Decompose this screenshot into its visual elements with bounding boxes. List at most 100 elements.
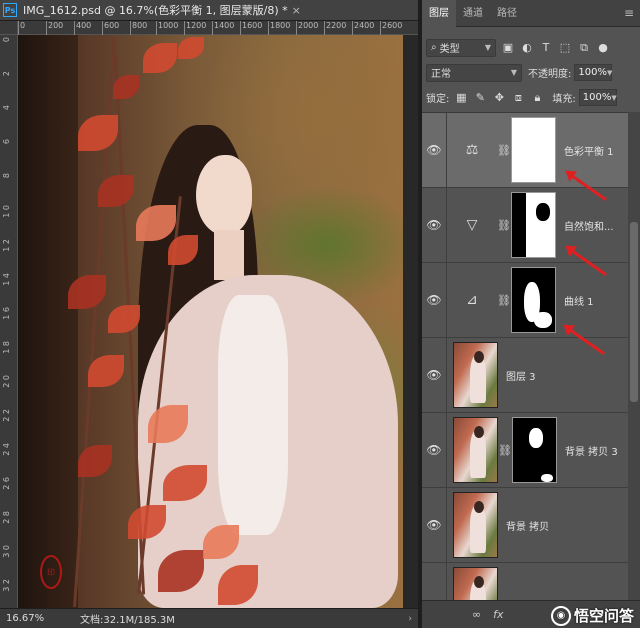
photo-leaf [78, 115, 118, 151]
layer-mask-thumbnail[interactable] [512, 417, 557, 483]
photoshop-icon: Ps [3, 3, 17, 17]
lock-image-icon[interactable]: ✎ [473, 91, 487, 105]
ruler-tick: 2 2 [2, 409, 11, 422]
ruler-tick: 2 8 [2, 511, 11, 524]
layer-thumbnail[interactable] [453, 342, 498, 408]
link-icon[interactable]: ⛓︎ [497, 219, 511, 232]
photo-canvas[interactable]: 印 [18, 35, 403, 608]
lock-label: 锁定: [426, 94, 450, 105]
ruler-tick: 3 0 [2, 545, 11, 558]
type-filter-icon[interactable]: T [539, 41, 553, 55]
ruler-tick: 200 [45, 21, 64, 35]
layer-name: 背景 拷贝 3 [565, 446, 618, 458]
eye-icon[interactable]: 👁︎ [422, 218, 446, 232]
eye-icon[interactable]: 👁︎ [422, 293, 446, 307]
layer-row[interactable]: 👁︎ 背景 拷贝 [422, 487, 628, 563]
ruler-tick: 2600 [379, 21, 403, 35]
scrollbar-thumb[interactable] [630, 222, 638, 402]
ruler-tick: 600 [101, 21, 120, 35]
document-tab[interactable]: Ps IMG_1612.psd @ 16.7%(色彩平衡 1, 图层蒙版/8) … [0, 0, 418, 21]
layer-row[interactable]: 👁︎ ▽ ⛓︎ 自然饱和... [422, 187, 628, 263]
layers-panel: 图层 通道 路径 ≡ ⌕ 类型 ▼ ▣ ◐ T ⬚ ⧉ ● 正常 ▼ 不透明度:… [422, 0, 640, 628]
wukong-logo-icon: ◉ [550, 605, 571, 626]
status-menu-arrow-icon[interactable]: › [408, 614, 412, 624]
lock-position-icon[interactable]: ✥ [492, 91, 506, 105]
layer-mask-thumbnail[interactable] [511, 117, 556, 183]
lock-row: 锁定: ▦ ✎ ✥ ⧈ 🔒︎ 填充: 100% ▼ [422, 85, 640, 110]
link-layers-icon[interactable]: ∞ [472, 608, 481, 621]
layer-thumbnail[interactable] [453, 417, 498, 483]
tab-channels[interactable]: 通道 [456, 0, 490, 27]
eye-icon[interactable]: 👁︎ [422, 368, 446, 382]
layer-mask-thumbnail[interactable] [511, 192, 556, 258]
ruler-tick: 0 [17, 21, 26, 35]
layer-thumbnail[interactable] [453, 492, 498, 558]
layer-row[interactable]: 👁︎ ⛓︎ 背景 拷贝 3 [422, 412, 628, 488]
pixel-filter-icon[interactable]: ▣ [501, 41, 515, 55]
panel-menu-icon[interactable]: ≡ [624, 0, 634, 26]
ruler-tick: 1 2 [2, 239, 11, 252]
ruler-tick: 1 0 [2, 205, 11, 218]
smart-object-filter-icon[interactable]: ⧉ [577, 41, 591, 55]
fx-button[interactable]: fx [493, 608, 503, 621]
blend-mode-label: 正常 [431, 69, 451, 80]
adjustment-filter-icon[interactable]: ◐ [520, 41, 534, 55]
layer-name: 色彩平衡 1 [564, 146, 614, 158]
ruler-tick: 2400 [351, 21, 375, 35]
tab-paths[interactable]: 路径 [490, 0, 524, 27]
ruler-left[interactable]: 0 2 4 6 8 1 0 1 2 1 4 1 6 1 8 2 0 2 2 2 … [0, 35, 18, 608]
panel-tabs: 图层 通道 路径 ≡ [422, 0, 640, 27]
lock-artboard-icon[interactable]: ⧈ [511, 91, 525, 105]
watermark-text: 悟空问答 [573, 607, 634, 625]
filter-toggle-icon[interactable]: ● [596, 41, 610, 55]
link-icon[interactable]: ⛓︎ [497, 144, 511, 157]
layer-mask-thumbnail[interactable] [511, 267, 556, 333]
vibrance-icon: ▽ [466, 217, 478, 233]
layer-list: 👁︎ ⚖︎ ⛓︎ 色彩平衡 1 👁︎ ▽ ⛓︎ 自然饱和... 👁︎ ⊿ ⛓︎ [422, 112, 628, 600]
artist-seal-logo: 印 [40, 555, 62, 589]
ruler-tick: 800 [129, 21, 148, 35]
eye-icon[interactable]: 👁︎ [422, 143, 446, 157]
zoom-level[interactable]: 16.67% [6, 613, 66, 624]
fill-value: 100% [582, 92, 612, 103]
opacity-input[interactable]: 100% ▼ [574, 64, 613, 81]
close-icon[interactable]: × [292, 4, 301, 17]
ruler-tick: 1600 [239, 21, 263, 35]
link-icon[interactable]: ⛓︎ [497, 294, 511, 307]
layer-name: 图层 3 [506, 371, 536, 383]
ruler-top[interactable]: 0 200 400 600 800 1000 1200 1400 1600 18… [17, 21, 418, 35]
ruler-tick: 8 [2, 173, 11, 179]
photo-leaf [178, 37, 204, 59]
blend-row: 正常 ▼ 不透明度: 100% ▼ [422, 60, 640, 85]
link-icon[interactable]: ⛓︎ [498, 444, 512, 457]
filter-row: ⌕ 类型 ▼ ▣ ◐ T ⬚ ⧉ ● [422, 35, 640, 60]
search-icon: ⌕ [431, 42, 437, 53]
fill-input[interactable]: 100% ▼ [578, 89, 617, 106]
tab-layers[interactable]: 图层 [422, 0, 456, 27]
layer-row[interactable]: 👁︎ ⊿ ⛓︎ 曲线 1 [422, 262, 628, 338]
blend-mode-select[interactable]: 正常 ▼ [426, 63, 522, 82]
filter-type-select[interactable]: ⌕ 类型 ▼ [426, 38, 496, 57]
ruler-tick: 2200 [323, 21, 347, 35]
eye-icon[interactable]: 👁︎ [422, 518, 446, 532]
layer-thumbnail[interactable] [453, 567, 498, 600]
canvas-area[interactable]: 印 [18, 35, 418, 608]
layer-row[interactable] [422, 562, 628, 600]
ruler-corner[interactable] [0, 21, 18, 35]
photo-face [196, 155, 252, 235]
ruler-tick: 2000 [295, 21, 319, 35]
layer-row[interactable]: 👁︎ ⚖︎ ⛓︎ 色彩平衡 1 [422, 113, 628, 188]
balance-icon: ⚖︎ [465, 142, 479, 158]
lock-transparent-icon[interactable]: ▦ [454, 91, 468, 105]
panel-scrollbar[interactable] [628, 112, 640, 600]
chevron-down-icon: ▼ [510, 68, 517, 77]
ruler-tick: 2 4 [2, 443, 11, 456]
ruler-tick: 6 [2, 139, 11, 145]
shape-filter-icon[interactable]: ⬚ [558, 41, 572, 55]
curves-icon: ⊿ [466, 292, 478, 308]
ruler-tick: 1400 [211, 21, 235, 35]
status-bar: 16.67% 文档:32.1M/185.3M › [0, 608, 418, 628]
eye-icon[interactable]: 👁︎ [422, 443, 446, 457]
lock-all-icon[interactable]: 🔒︎ [530, 91, 544, 105]
document-info: 文档:32.1M/185.3M [80, 615, 175, 626]
